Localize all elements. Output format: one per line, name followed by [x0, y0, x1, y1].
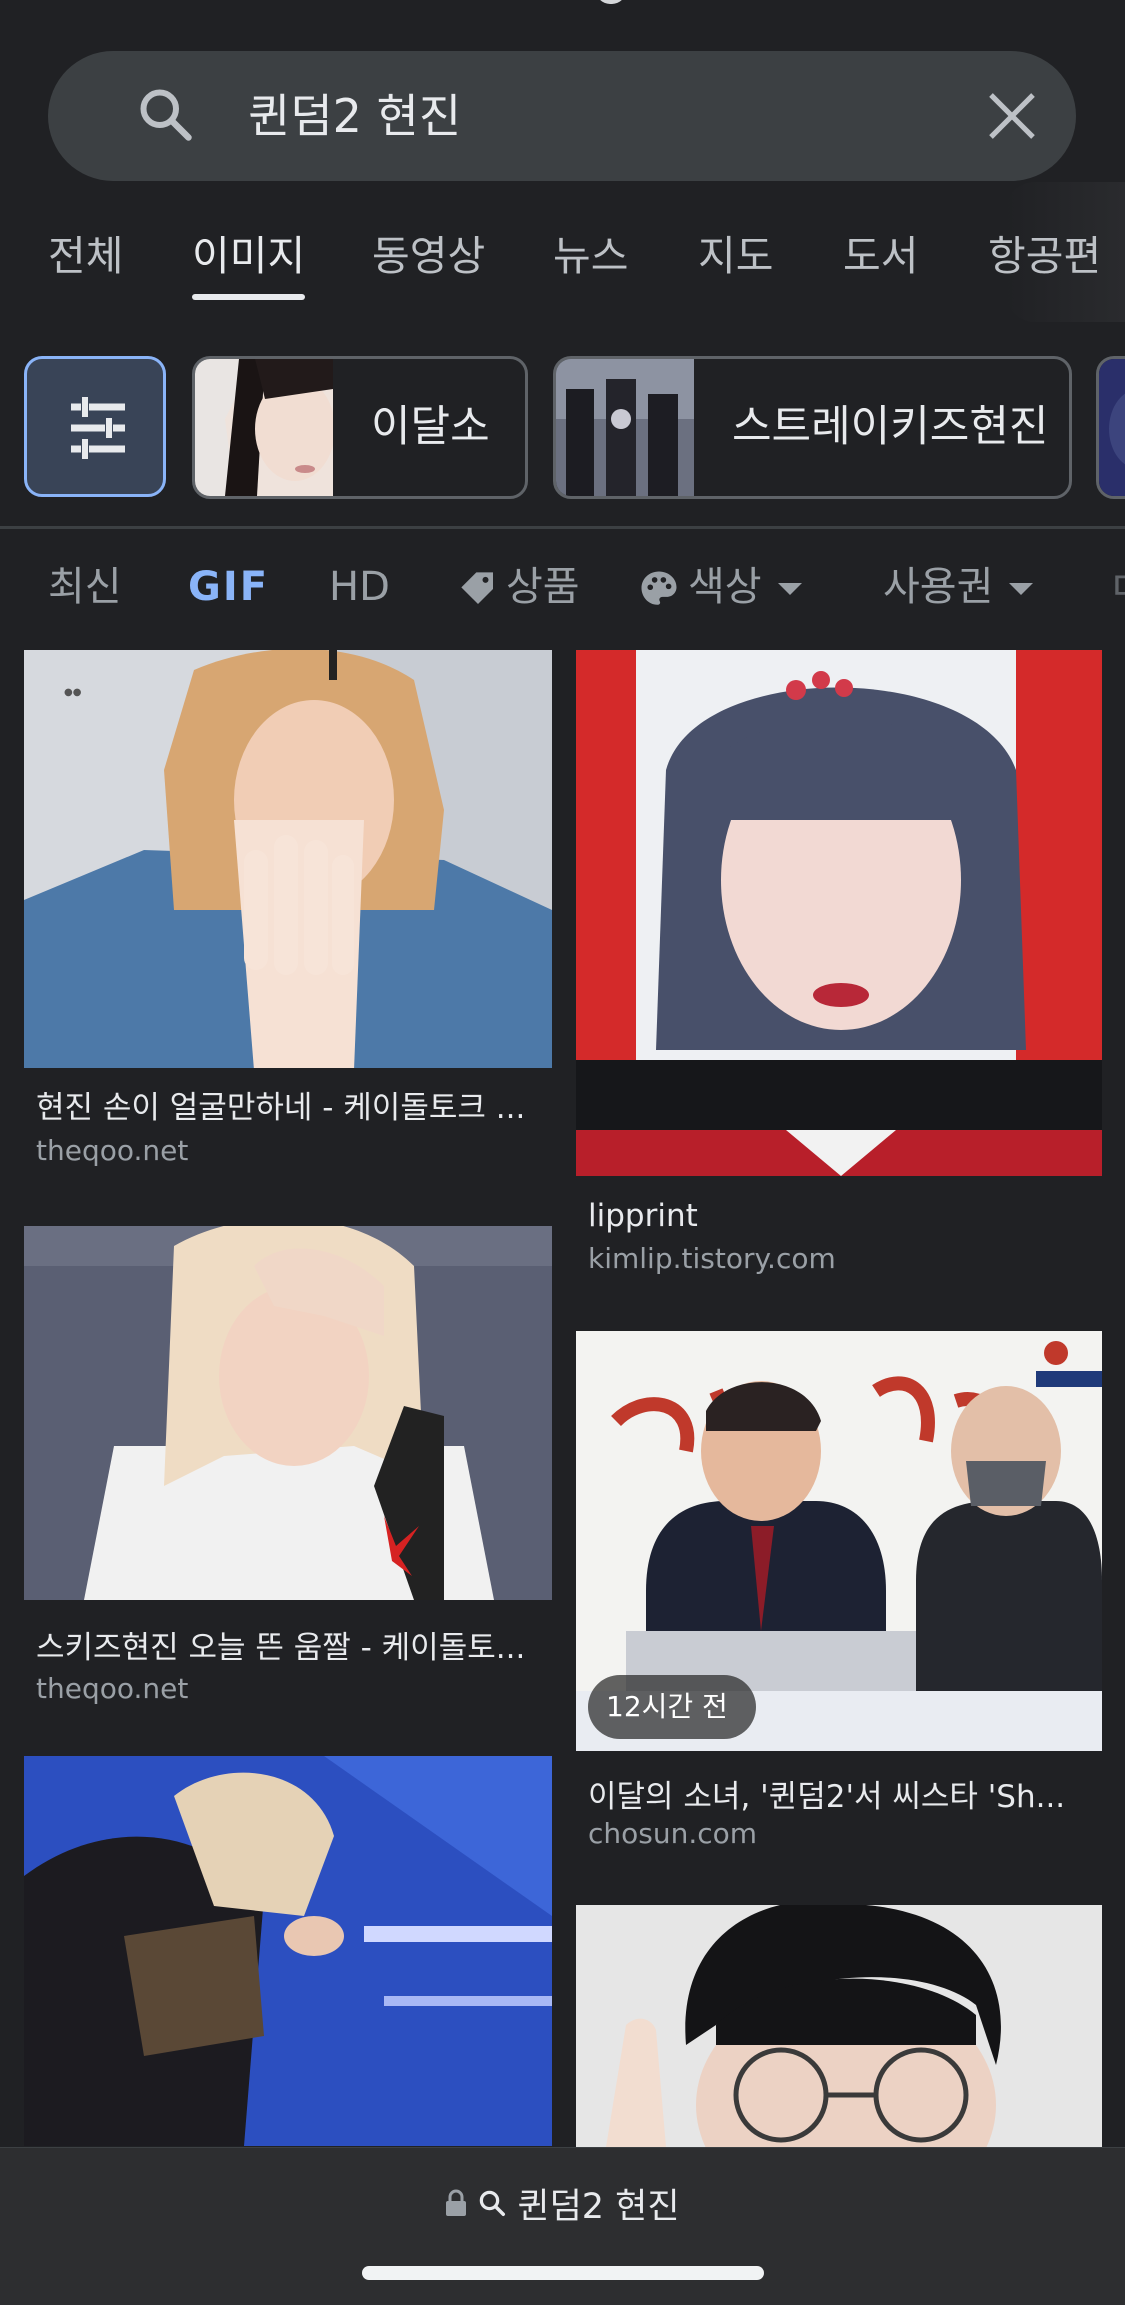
lock-icon — [446, 2189, 467, 2216]
result-image[interactable] — [24, 1226, 552, 1600]
suggestion-chips: 이달소 스트레이키즈현진 — [0, 356, 1125, 499]
palette-icon — [641, 571, 677, 605]
chip-thumbnail — [1099, 359, 1125, 496]
chip-label: 스트레이키즈현진 — [732, 402, 1049, 452]
chip-label: 이달소 — [371, 402, 490, 452]
home-indicator[interactable] — [362, 2266, 764, 2280]
chip-thumbnail — [195, 359, 333, 496]
result-card[interactable] — [576, 1905, 1102, 2147]
tab-all[interactable]: 전체 — [48, 220, 123, 300]
filter-license-label: 사용권 — [883, 564, 994, 610]
result-source: chosun.com — [588, 1817, 758, 1850]
chip-next[interactable] — [1096, 356, 1125, 499]
tab-news[interactable]: 뉴스 — [553, 220, 628, 300]
time-badge: 12시간 전 — [588, 1675, 756, 1739]
tool-filters: 최신 GIF HD 상품 색상 사용권 ㅁ — [0, 552, 1125, 622]
result-source: kimlip.tistory.com — [588, 1242, 836, 1275]
tab-flights[interactable]: 항공편 — [988, 220, 1101, 300]
result-card[interactable]: ●● 현진 손이 얼굴만하네 - 케이돌토크 ... theqoo.net — [24, 650, 552, 1170]
chevron-down-icon — [777, 583, 802, 595]
search-input[interactable]: 퀸덤2 현진 — [248, 51, 461, 181]
result-image-wrap[interactable]: 12시간 전 — [576, 1331, 1102, 1751]
search-bar[interactable]: 퀸덤2 현진 — [48, 51, 1076, 181]
tag-icon — [461, 572, 493, 604]
svg-text:●●: ●● — [64, 687, 82, 698]
sliders-icon — [71, 397, 125, 459]
result-image[interactable] — [576, 1905, 1102, 2147]
filter-more[interactable]: ㅁ — [1108, 552, 1125, 622]
search-tabs: 전체 이미지 동영상 뉴스 지도 도서 항공편 — [0, 220, 1125, 310]
clear-icon[interactable] — [984, 88, 1040, 144]
url-text: 퀸덤2 현진 — [517, 2186, 680, 2227]
search-icon[interactable] — [136, 85, 196, 145]
result-card[interactable]: 스키즈현진 오늘 뜬 움짤 - 케이돌토... theqoo.net — [24, 1226, 552, 1712]
chip-thumbnail — [556, 359, 694, 496]
status-indicator — [596, 0, 626, 4]
result-image[interactable] — [576, 650, 1102, 1176]
tab-images[interactable]: 이미지 — [192, 220, 306, 300]
filter-color[interactable]: 색상 — [638, 552, 802, 622]
chevron-down-icon — [1009, 583, 1034, 595]
filter-license[interactable]: 사용권 — [883, 552, 1034, 622]
filter-products[interactable]: 상품 — [458, 552, 580, 622]
result-card[interactable]: lipprint kimlip.tistory.com — [576, 650, 1102, 1280]
url-display[interactable]: 퀸덤2 현진 — [0, 2178, 1125, 2228]
result-title: 스키즈현진 오늘 뜬 움짤 - 케이돌토... — [36, 1630, 526, 1666]
result-card[interactable]: 12시간 전 이달의 소녀, '퀸덤2'서 씨스타 'Sh... chosun.… — [576, 1331, 1102, 1855]
address-bar[interactable]: 퀸덤2 현진 — [0, 2147, 1125, 2305]
tab-videos[interactable]: 동영상 — [372, 220, 485, 300]
result-title: lipprint — [588, 1198, 698, 1234]
filter-color-label: 색상 — [688, 564, 762, 610]
tab-maps[interactable]: 지도 — [698, 220, 773, 300]
result-source: theqoo.net — [36, 1672, 189, 1705]
tab-books[interactable]: 도서 — [843, 220, 918, 300]
result-image[interactable] — [24, 1756, 552, 2146]
filter-recent[interactable]: 최신 — [48, 552, 122, 622]
filter-gif[interactable]: GIF — [188, 552, 269, 622]
result-title: 현진 손이 얼굴만하네 - 케이돌토크 ... — [36, 1090, 526, 1126]
result-source: theqoo.net — [36, 1134, 189, 1167]
result-card[interactable] — [24, 1756, 552, 2146]
filter-hd[interactable]: HD — [329, 552, 390, 622]
search-icon — [480, 2190, 506, 2216]
chip-straykids-hyunjin[interactable]: 스트레이키즈현진 — [553, 356, 1072, 499]
filter-products-label: 상품 — [506, 564, 580, 610]
filter-settings-button[interactable] — [24, 356, 166, 497]
result-title: 이달의 소녀, '퀸덤2'서 씨스타 'Sh... — [588, 1779, 1066, 1815]
result-image[interactable]: ●● — [24, 650, 552, 1068]
chip-idalso[interactable]: 이달소 — [192, 356, 528, 499]
divider — [0, 526, 1125, 529]
